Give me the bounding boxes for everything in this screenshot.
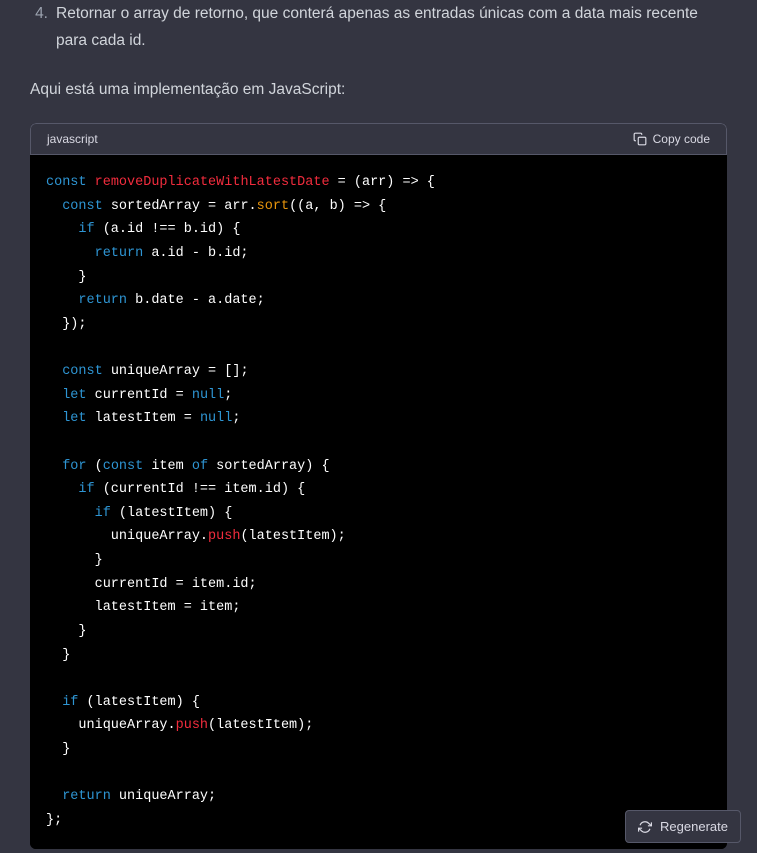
code-block: javascript Copy code const removeDuplica… (30, 123, 727, 849)
copy-code-button[interactable]: Copy code (633, 132, 710, 146)
copy-code-label: Copy code (653, 132, 710, 146)
list-number: 4. (30, 0, 48, 54)
code-header: javascript Copy code (30, 123, 727, 155)
regenerate-icon (638, 820, 652, 834)
clipboard-icon (633, 132, 647, 146)
code-lang-label: javascript (47, 132, 98, 146)
list-text: Retornar o array de retorno, que conterá… (56, 0, 727, 54)
code-body[interactable]: const removeDuplicateWithLatestDate = (a… (30, 155, 727, 849)
intro-text: Aqui está uma implementação em JavaScrip… (30, 78, 727, 103)
list-item: 4. Retornar o array de retorno, que cont… (30, 0, 727, 54)
regenerate-label: Regenerate (660, 819, 728, 834)
regenerate-button[interactable]: Regenerate (625, 810, 741, 843)
